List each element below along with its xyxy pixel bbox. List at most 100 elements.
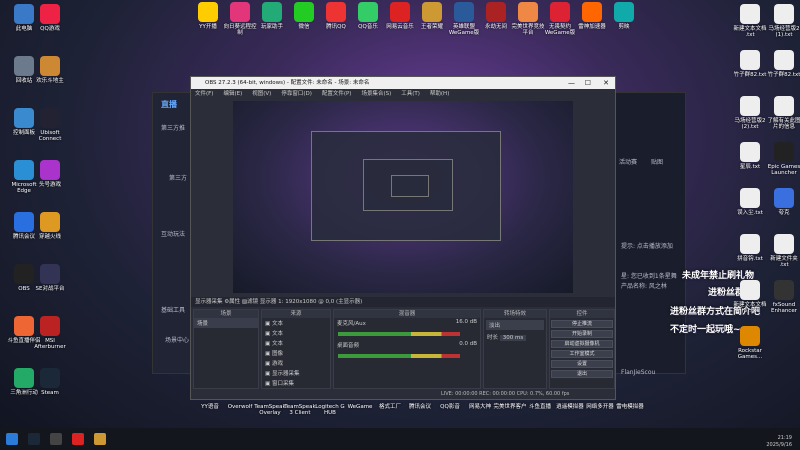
live-app-nav-4[interactable]: 场景中心 <box>165 335 189 344</box>
controls-header: 控件 <box>550 310 614 318</box>
obs-title-text: OBS 27.2.3 (64-bit, windows) - 配置文件: 未命名… <box>205 80 370 86</box>
desktop-right-item-5-icon <box>774 96 794 116</box>
live-app-nav-1[interactable]: 第三方 <box>169 173 187 182</box>
desktop-top-item-7-icon <box>422 2 442 22</box>
desktop-top-item-9-icon <box>486 2 506 22</box>
source-item-1[interactable]: ▣ 文本 <box>262 328 330 338</box>
desktop-bottom-item-0-label: YY语音 <box>201 404 219 410</box>
desktop-left-item-1-icon <box>40 4 60 24</box>
live-app-nav-3[interactable]: 基础工具 <box>161 305 185 314</box>
desktop-right-item-5[interactable]: 了解有关此图 片的信息 <box>762 96 800 131</box>
source-item-5[interactable]: ▣ 显示器采集 <box>262 368 330 378</box>
system-tray: 21:19 2025/9/16 <box>766 435 792 448</box>
desktop-left-item-7[interactable]: 头号游戏 <box>28 160 72 188</box>
desktop-left-item-5-label: Ubisoft Connect <box>38 130 62 143</box>
control-button-2[interactable]: 启动虚拟摄像机 <box>551 340 613 348</box>
netease-taskbar-icon[interactable] <box>72 433 84 445</box>
obs-status-bar: LIVE: 00:00:00 REC: 00:00:00 CPU: 0.7%, … <box>191 389 615 399</box>
obs-menu-item-1[interactable]: 编辑(E) <box>223 89 242 99</box>
desktop-left-item-11[interactable]: SE对战平台 <box>28 264 72 292</box>
desktop-right-item-14[interactable]: Rockstar Games... <box>728 326 772 361</box>
duration-input[interactable]: 300 ms <box>499 335 527 341</box>
control-button-0[interactable]: 停止推流 <box>551 320 613 328</box>
controls-list: 停止推流开始录制启动虚拟摄像机 工作室模式设置退出 <box>550 320 614 378</box>
desktop-bottom-item-8-label: QQ影音 <box>440 404 460 410</box>
desktop-left-item-15[interactable]: Steam <box>28 368 72 396</box>
desktop-left-item-13[interactable]: MSI Afterburner <box>28 316 72 351</box>
live-app-nav-2[interactable]: 互动玩法 <box>161 229 185 238</box>
mixer-header: 混音器 <box>334 310 480 318</box>
duration-label: 时长 <box>487 335 499 341</box>
live-app-line-0: 星: 您已收到1条星舞 <box>621 273 677 280</box>
desktop-left-item-9-label: 穿越火线 <box>38 234 61 240</box>
mixer-track-1-name: 桌面音频 <box>337 343 360 349</box>
source-item-6[interactable]: ▣ 窗口采集 <box>262 378 330 388</box>
desktop-left-item-3[interactable]: 欢乐斗地主 <box>28 56 72 84</box>
desktop-right-item-3-label: 竹子群82.txt <box>767 72 800 78</box>
control-button-5[interactable]: 退出 <box>551 370 613 378</box>
control-button-3[interactable]: 工作室模式 <box>551 350 613 358</box>
desktop-right-item-9[interactable]: 夸克 <box>762 188 800 216</box>
desktop-right-item-9-label: 夸克 <box>778 210 790 216</box>
live-app-tab-0[interactable]: 活动赛 <box>619 157 637 166</box>
desktop-top-item-1-icon <box>230 2 250 22</box>
desktop-right-item-14-icon <box>740 326 760 346</box>
desktop-right-item-13-label: fxSound Enhancer <box>771 302 797 315</box>
desktop-top-item-13-icon <box>614 2 634 22</box>
game-taskbar-icon[interactable] <box>94 433 106 445</box>
desktop-top-item-13[interactable]: 剪映 <box>602 2 646 30</box>
desktop-left-item-5[interactable]: Ubisoft Connect <box>28 108 72 143</box>
live-app-line-2: 提示: 点击播放添加 <box>621 243 673 250</box>
minimize-icon[interactable]: — <box>568 77 575 89</box>
desktop-left-item-13-label: MSI Afterburner <box>34 338 66 351</box>
tray-date: 2025/9/16 <box>766 441 792 448</box>
desktop-right-item-11-label: 新建文件夹 .txt <box>770 256 798 269</box>
obs-preview[interactable] <box>233 101 573 293</box>
desktop-right-item-1-icon <box>774 4 794 24</box>
scene-item[interactable]: 场景 <box>194 318 258 328</box>
desktop-right-item-3[interactable]: 竹子群82.txt <box>762 50 800 78</box>
source-item-4[interactable]: ▣ 游戏 <box>262 358 330 368</box>
mixer-meter-1 <box>338 354 460 358</box>
obs-menu-item-0[interactable]: 文件(F) <box>195 89 213 99</box>
source-item-0[interactable]: ▣ 文本 <box>262 318 330 328</box>
mixer-track-0: 麦克风/Aux 16.0 dB <box>334 318 480 328</box>
obs-menu-item-7[interactable]: 帮助(H) <box>430 89 449 99</box>
obs-menu-item-6[interactable]: 工具(T) <box>401 89 420 99</box>
source-list: ▣ 文本 ▣ 文本 ▣ 文本 ▣ 图像 ▣ 游戏 ▣ 显示器采集 ▣ 窗口采集 <box>262 318 330 388</box>
desktop-left-item-9[interactable]: 穿越火线 <box>28 212 72 240</box>
desktop-right-item-2-icon <box>740 50 760 70</box>
live-app-nav-0[interactable]: 第三方推 <box>161 123 185 132</box>
control-button-1[interactable]: 开始录制 <box>551 330 613 338</box>
transition-select[interactable]: 淡出 <box>486 320 544 330</box>
desktop-top-item-6-icon <box>390 2 410 22</box>
desktop-left-item-15-icon <box>40 368 60 388</box>
maximize-icon[interactable]: ☐ <box>585 77 591 89</box>
desktop-bottom-item-14[interactable]: 雷电模拟器 <box>608 402 652 410</box>
source-item-3[interactable]: ▣ 图像 <box>262 348 330 358</box>
desktop-right-item-13[interactable]: fxSound Enhancer <box>762 280 800 315</box>
control-button-4[interactable]: 设置 <box>551 360 613 368</box>
close-icon[interactable]: ✕ <box>603 77 609 89</box>
source-item-2[interactable]: ▣ 文本 <box>262 338 330 348</box>
desktop-right-item-4-icon <box>740 96 760 116</box>
obs-taskbar-icon[interactable] <box>50 433 62 445</box>
desktop-top-item-3-icon <box>294 2 314 22</box>
desktop-top-item-2-icon <box>262 2 282 22</box>
obs-menu-item-2[interactable]: 视图(V) <box>252 89 271 99</box>
obs-menu-item-5[interactable]: 场景集合(S) <box>361 89 391 99</box>
desktop-top-item-4-icon <box>326 2 346 22</box>
live-app-tab-1[interactable]: 贴图 <box>651 157 663 166</box>
start-icon[interactable] <box>6 433 18 445</box>
obs-menu-item-3[interactable]: 停靠窗口(D) <box>281 89 312 99</box>
desktop-left-item-1-label: QQ游戏 <box>40 26 60 32</box>
desktop-left-item-11-label: SE对战平台 <box>35 286 65 292</box>
desktop-right-item-7[interactable]: Epic Games Launcher <box>762 142 800 177</box>
desktop-right-item-11[interactable]: 新建文件夹 .txt <box>762 234 800 269</box>
desktop-left-item-1[interactable]: QQ游戏 <box>28 4 72 32</box>
desktop-right-item-1[interactable]: 马场经营版2 (1).txt <box>762 4 800 39</box>
obs-menu-item-4[interactable]: 配置文件(P) <box>322 89 352 99</box>
steam-taskbar-icon[interactable] <box>28 433 40 445</box>
source-toolbar[interactable]: 显示器采集 ⚙属性 ▨滤镜 显示器 1: 1920x1080 @ 0,0 (主显… <box>191 297 615 307</box>
obs-window[interactable]: OBS 27.2.3 (64-bit, windows) - 配置文件: 未命名… <box>190 76 616 400</box>
